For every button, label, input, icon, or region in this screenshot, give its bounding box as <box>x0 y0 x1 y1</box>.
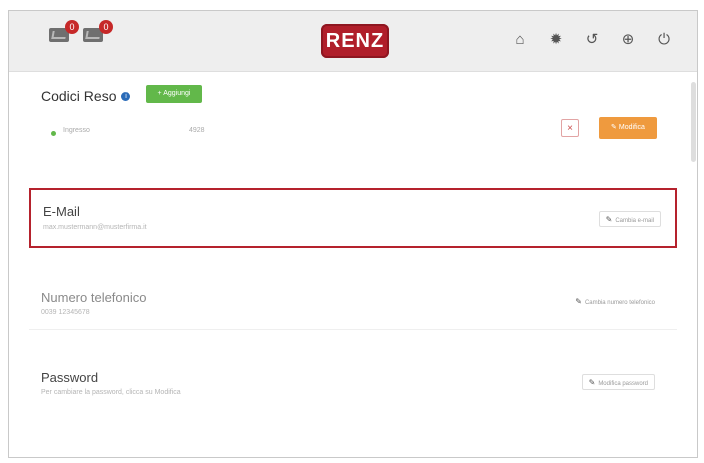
change-phone-button[interactable]: ✎ Cambia numero telefonico <box>569 294 661 310</box>
edit-code-label: Modifica <box>618 124 645 131</box>
notification-badge: 0 <box>99 20 113 34</box>
change-email-button[interactable]: ✎ Cambia e-mail <box>598 211 661 227</box>
email-title: E-Mail <box>43 204 80 219</box>
pencil-icon: ✎ <box>575 297 582 306</box>
mailbox-icon[interactable]: 0 <box>49 20 79 42</box>
password-card: Password Per cambiare la password, clicc… <box>29 352 677 410</box>
notification-badge: 0 <box>65 20 79 34</box>
scrollbar[interactable] <box>691 82 696 162</box>
history-icon[interactable]: ↺ <box>583 31 601 49</box>
app-window: 0 0 RENZ ⌂ ✹ ↺ ⊕ ⏻ Codici Reso i + Aggiu… <box>8 10 698 458</box>
phone-title: Numero telefonico <box>41 290 147 305</box>
top-bar: 0 0 RENZ ⌂ ✹ ↺ ⊕ ⏻ <box>9 11 697 72</box>
pencil-icon: ✎ <box>611 124 619 131</box>
delete-code-button[interactable]: × <box>561 119 579 137</box>
main-content: Codici Reso i + Aggiungi Ingresso 4928 ×… <box>9 72 697 458</box>
email-card: E-Mail max.mustermann@musterfirma.it ✎ Ca… <box>29 188 677 248</box>
change-email-label: Cambia e-mail <box>615 218 654 224</box>
notification-area: 0 0 <box>49 20 113 42</box>
globe-icon[interactable]: ⊕ <box>619 31 637 49</box>
pencil-icon: ✎ <box>588 378 596 387</box>
code-label: Ingresso <box>63 127 90 134</box>
change-phone-label: Cambia numero telefonico <box>584 300 655 306</box>
toolbar-icons: ⌂ ✹ ↺ ⊕ ⏻ <box>511 31 673 49</box>
edit-code-button[interactable]: ✎ Modifica <box>599 117 657 139</box>
password-title: Password <box>41 370 99 385</box>
code-row: Ingresso 4928 × ✎ Modifica <box>51 117 671 145</box>
gear-icon[interactable]: ✹ <box>547 31 565 49</box>
phone-card: Numero telefonico 0039 12345678 ✎ Cambia … <box>29 272 677 330</box>
power-icon[interactable]: ⏻ <box>655 31 673 49</box>
add-code-button[interactable]: + Aggiungi <box>146 85 202 103</box>
email-value: max.mustermann@musterfirma.it <box>43 224 147 231</box>
status-dot-icon <box>51 131 56 136</box>
renz-logo: RENZ <box>321 24 389 58</box>
info-icon[interactable]: i <box>121 91 131 101</box>
edit-password-label: Modifica password <box>598 381 648 387</box>
password-hint: Per cambiare la password, clicca su Modi… <box>41 389 181 396</box>
phone-value: 0039 12345678 <box>41 309 90 316</box>
mailbox-icon[interactable]: 0 <box>83 20 113 42</box>
edit-password-button[interactable]: ✎ Modifica password <box>581 374 655 390</box>
codes-section-title: Codici Reso i <box>41 88 131 104</box>
home-icon[interactable]: ⌂ <box>511 31 529 49</box>
codes-title-text: Codici Reso <box>41 88 117 104</box>
pencil-icon: ✎ <box>605 215 613 224</box>
code-value: 4928 <box>189 127 205 134</box>
